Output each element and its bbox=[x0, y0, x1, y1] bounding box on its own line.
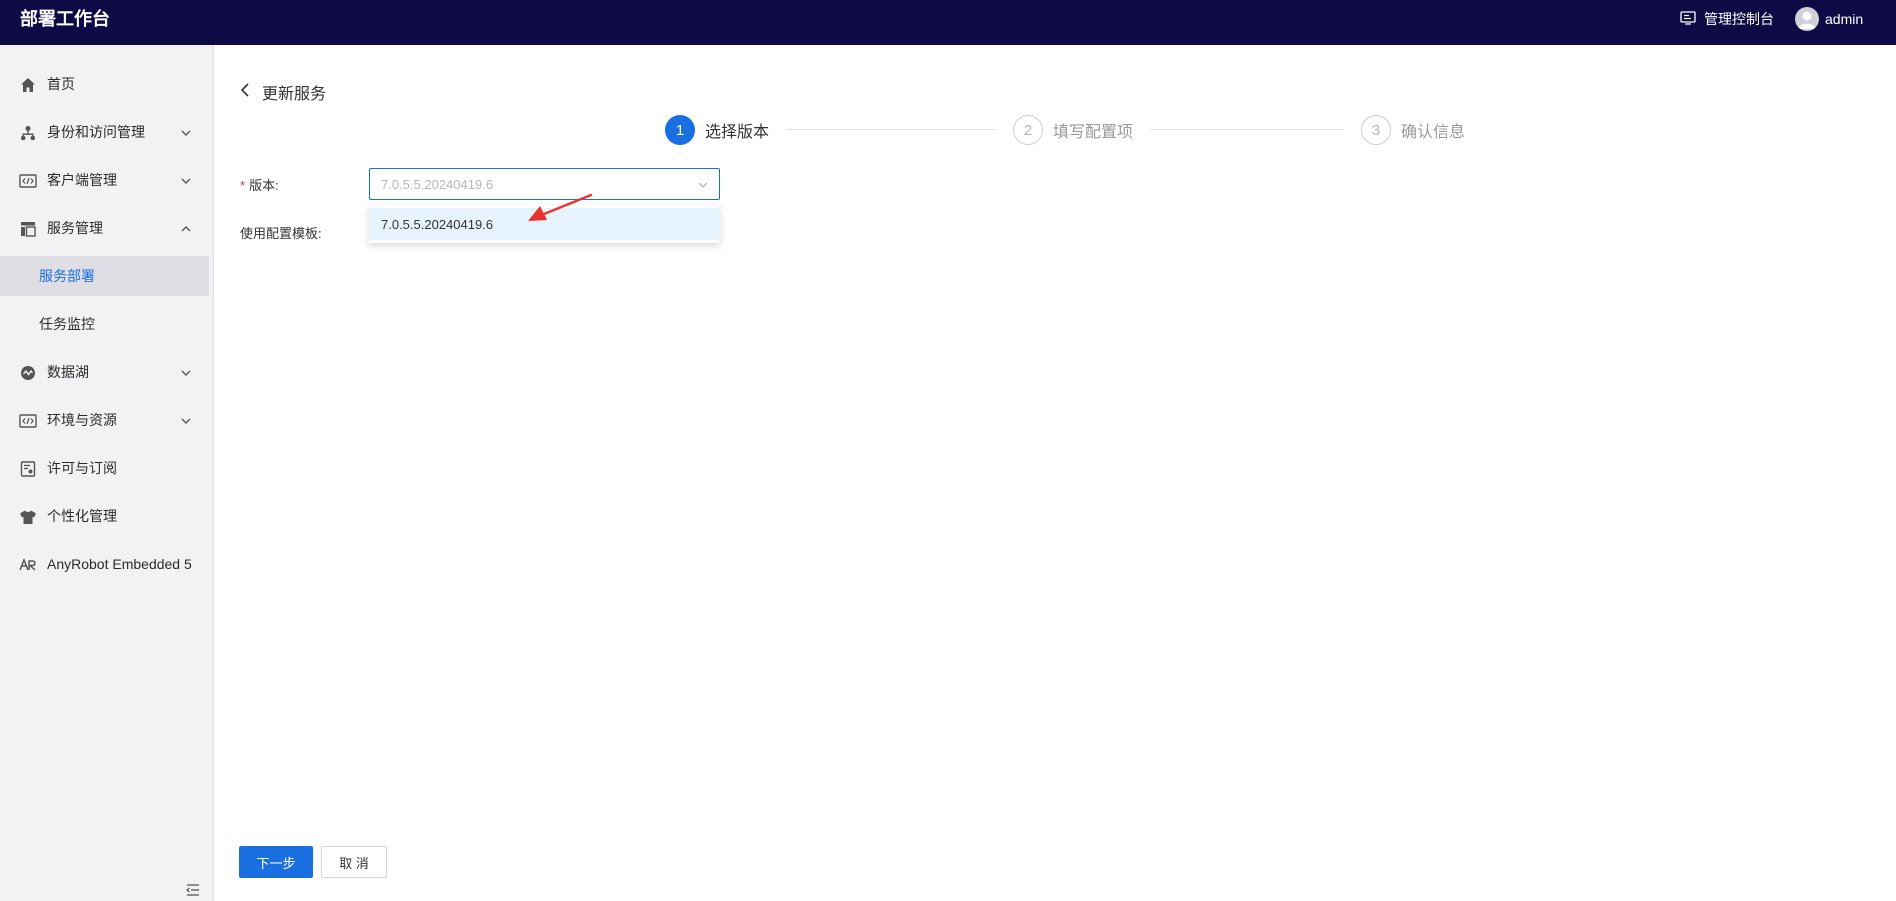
step-1: 1 选择版本 bbox=[665, 115, 769, 145]
collapse-sidebar-icon[interactable] bbox=[186, 883, 200, 897]
top-header: 部署工作台 管理控制台 admin bbox=[0, 0, 1896, 45]
chevron-down-icon bbox=[180, 126, 192, 138]
version-label-text: 版本: bbox=[249, 178, 279, 193]
sidebar-item-label: 个性化管理 bbox=[47, 508, 117, 524]
sidebar-item-client-management[interactable]: 客户端管理 bbox=[0, 160, 209, 200]
sidebar-item-label: 服务管理 bbox=[47, 220, 103, 236]
app-title: 部署工作台 bbox=[20, 9, 110, 29]
step-label: 确认信息 bbox=[1401, 124, 1466, 141]
sidebar-item-label: 客户端管理 bbox=[47, 172, 117, 188]
step-number: 3 bbox=[1361, 115, 1391, 145]
cancel-button[interactable]: 取 消 bbox=[321, 846, 387, 878]
sidebar-item-label: 首页 bbox=[47, 76, 75, 92]
console-label: 管理控制台 bbox=[1704, 11, 1774, 27]
sidebar-item-label: 任务监控 bbox=[39, 316, 95, 332]
sidebar-item-anyrobot-embedded[interactable]: AnyRobot Embedded 5 bbox=[0, 544, 209, 584]
version-label: * 版本: bbox=[240, 175, 279, 194]
user-name: admin bbox=[1825, 11, 1864, 27]
shirt-icon bbox=[19, 508, 37, 526]
layout-icon bbox=[19, 220, 37, 238]
code-window-icon bbox=[19, 412, 37, 430]
chevron-down-icon bbox=[180, 414, 192, 426]
chevron-down-icon bbox=[180, 174, 192, 186]
chevron-down-icon bbox=[180, 366, 192, 378]
sidebar-item-identity-access[interactable]: 身份和访问管理 bbox=[0, 112, 209, 152]
step-label: 选择版本 bbox=[705, 124, 770, 141]
sidebar: 首页 身份和访问管理 客户端管理 服务管理 服务部署 任务监控 数据湖 环境与资… bbox=[0, 45, 214, 901]
annotation-arrow-icon bbox=[528, 193, 593, 221]
anyrobot-logo-icon bbox=[19, 556, 37, 574]
console-icon bbox=[1680, 10, 1696, 28]
data-lake-icon bbox=[19, 364, 37, 382]
step-number: 2 bbox=[1013, 115, 1043, 145]
sidebar-item-service-management[interactable]: 服务管理 bbox=[0, 208, 209, 248]
step-connector bbox=[786, 129, 996, 130]
org-tree-icon bbox=[19, 124, 37, 142]
page-title: 更新服务 bbox=[262, 86, 327, 103]
user-menu[interactable]: admin bbox=[1795, 0, 1863, 38]
version-select-value: 7.0.5.5.20240419.6 bbox=[381, 176, 494, 192]
sidebar-item-service-deployment[interactable]: 服务部署 bbox=[0, 256, 209, 296]
sidebar-item-label: 环境与资源 bbox=[47, 412, 117, 428]
sidebar-item-label: AnyRobot Embedded 5 bbox=[47, 556, 192, 572]
avatar bbox=[1795, 7, 1819, 31]
sidebar-item-label: 身份和访问管理 bbox=[47, 124, 145, 140]
next-step-button[interactable]: 下一步 bbox=[239, 846, 313, 878]
config-template-label: 使用配置模板: bbox=[240, 226, 322, 241]
sidebar-item-label: 许可与订阅 bbox=[47, 460, 117, 476]
sidebar-item-label: 数据湖 bbox=[47, 364, 89, 380]
step-2: 2 填写配置项 bbox=[1013, 115, 1133, 145]
step-label: 填写配置项 bbox=[1053, 124, 1134, 141]
chevron-left-icon bbox=[240, 82, 250, 102]
step-3: 3 确认信息 bbox=[1361, 115, 1465, 145]
sidebar-item-environment-resources[interactable]: 环境与资源 bbox=[0, 400, 209, 440]
management-console-link[interactable]: 管理控制台 bbox=[1680, 0, 1774, 38]
home-icon bbox=[19, 76, 37, 94]
code-window-icon bbox=[19, 172, 37, 190]
sidebar-item-home[interactable]: 首页 bbox=[0, 64, 209, 104]
step-connector bbox=[1150, 129, 1344, 130]
license-icon bbox=[19, 460, 37, 478]
sidebar-item-task-monitoring[interactable]: 任务监控 bbox=[0, 304, 209, 344]
sidebar-item-personalization[interactable]: 个性化管理 bbox=[0, 496, 209, 536]
required-mark: * bbox=[240, 178, 246, 193]
sidebar-item-data-lake[interactable]: 数据湖 bbox=[0, 352, 209, 392]
chevron-up-icon bbox=[180, 222, 192, 234]
chevron-down-icon bbox=[697, 179, 709, 191]
step-number: 1 bbox=[665, 115, 695, 145]
back-button[interactable]: 更新服务 bbox=[240, 80, 326, 104]
sidebar-item-label: 服务部署 bbox=[39, 268, 95, 284]
sidebar-item-license-subscription[interactable]: 许可与订阅 bbox=[0, 448, 209, 488]
